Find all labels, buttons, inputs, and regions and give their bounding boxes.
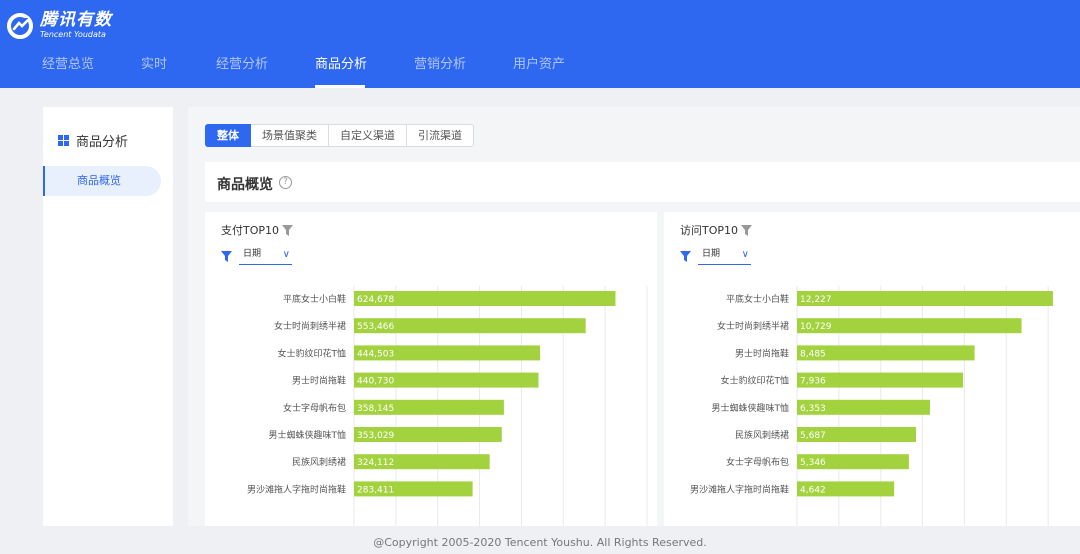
sidebar-title: 商品分析 bbox=[58, 131, 128, 150]
filter-icon[interactable] bbox=[282, 224, 294, 236]
date-filter: 日期 ∨ bbox=[680, 247, 751, 265]
category-label: 男士时尚拖鞋 bbox=[292, 375, 346, 387]
chevron-down-icon: ∨ bbox=[282, 249, 290, 260]
bar-value-label: 10,729 bbox=[800, 322, 832, 332]
filter-icon[interactable] bbox=[680, 250, 691, 262]
card-title: 访问TOP10 bbox=[680, 222, 753, 238]
bar-value-label: 5,687 bbox=[800, 431, 826, 441]
top-header: 腾讯有数 Tencent Youdata 经营总览 实时 经营分析 商品分析 营… bbox=[0, 0, 1080, 88]
tab-overall[interactable]: 整体 bbox=[205, 124, 251, 147]
date-filter: 日期 ∨ bbox=[221, 247, 292, 265]
copyright-footer: @Copyright 2005-2020 Tencent Youshu. All… bbox=[373, 536, 707, 549]
bar-value-label: 358,145 bbox=[357, 404, 394, 414]
bar-value-label: 444,503 bbox=[357, 349, 394, 359]
sidebar-title-label: 商品分析 bbox=[76, 135, 129, 150]
bar-value-label: 6,353 bbox=[800, 404, 826, 414]
visit-top10-chart: UV平底女士小白鞋12,227女士时尚刺绣半裙10,729男士时尚拖鞋8,485… bbox=[690, 286, 1053, 526]
date-select[interactable]: 日期 ∨ bbox=[239, 247, 292, 265]
grid-icon bbox=[58, 135, 69, 146]
nav-item-realtime[interactable]: 实时 bbox=[141, 56, 167, 74]
nav-item-marketing-analysis[interactable]: 营销分析 bbox=[414, 56, 466, 74]
date-select-value: 日期 bbox=[702, 249, 721, 259]
bar-value-label: 4,642 bbox=[800, 485, 826, 495]
tab-traffic-channel[interactable]: 引流渠道 bbox=[407, 124, 474, 147]
filter-icon[interactable] bbox=[741, 224, 753, 236]
card-title-label: 支付TOP10 bbox=[221, 224, 280, 237]
category-label: 民族风刺绣裙 bbox=[292, 456, 346, 468]
bar-value-label: 283,411 bbox=[357, 485, 394, 495]
nav-item-business-analysis[interactable]: 经营分析 bbox=[216, 56, 268, 74]
channel-tabs: 整体 场景值聚类 自定义渠道 引流渠道 bbox=[205, 124, 474, 147]
date-select[interactable]: 日期 ∨ bbox=[698, 247, 751, 265]
category-label: 女士字母帆布包 bbox=[283, 402, 346, 414]
card-title: 支付TOP10 bbox=[221, 222, 294, 238]
category-label: 平底女士小白鞋 bbox=[726, 293, 789, 305]
payment-top10-card: 支付TOP10 日期 ∨ 成交金额平底女士小白鞋624,678女士时尚刺绣半裙5… bbox=[205, 212, 657, 526]
bar-value-label: 353,029 bbox=[357, 431, 394, 441]
visit-top10-card: 访问TOP10 日期 ∨ UV平底女士小白鞋12,227女士时尚刺绣半裙10,7… bbox=[664, 212, 1080, 526]
bar-value-label: 624,678 bbox=[357, 295, 394, 305]
category-label: 男沙滩拖人字拖时尚拖鞋 bbox=[247, 483, 346, 495]
card-title-label: 访问TOP10 bbox=[680, 224, 739, 237]
date-select-value: 日期 bbox=[243, 249, 262, 259]
category-label: 女士豹纹印花T恤 bbox=[278, 347, 347, 359]
category-label: 女士时尚刺绣半裙 bbox=[274, 320, 346, 332]
category-label: 男士蜘蛛侠趣味T恤 bbox=[269, 429, 347, 441]
nav-item-overview[interactable]: 经营总览 bbox=[42, 56, 94, 74]
category-label: 男士蜘蛛侠趣味T恤 bbox=[712, 402, 790, 414]
section-header: 商品概览 ? bbox=[205, 162, 1080, 202]
bar bbox=[797, 291, 1053, 306]
category-label: 民族风刺绣裙 bbox=[735, 429, 789, 441]
category-label: 男沙滩拖人字拖时尚拖鞋 bbox=[690, 483, 789, 495]
category-label: 女士字母帆布包 bbox=[726, 456, 789, 468]
main-content: 整体 场景值聚类 自定义渠道 引流渠道 商品概览 ? 支付TOP10 日期 ∨ … bbox=[188, 107, 1080, 526]
category-label: 平底女士小白鞋 bbox=[283, 293, 346, 305]
category-label: 女士豹纹印花T恤 bbox=[721, 375, 790, 387]
brand-name-cn: 腾讯有数 bbox=[40, 10, 112, 30]
nav-item-user-assets[interactable]: 用户资产 bbox=[513, 56, 565, 74]
bar-value-label: 553,466 bbox=[357, 322, 394, 332]
tab-scene-cluster[interactable]: 场景值聚类 bbox=[251, 124, 329, 147]
category-label: 女士时尚刺绣半裙 bbox=[717, 320, 789, 332]
chevron-down-icon: ∨ bbox=[741, 249, 749, 260]
section-title: 商品概览 bbox=[217, 177, 273, 193]
nav-active-indicator bbox=[315, 85, 365, 88]
bar-value-label: 5,346 bbox=[800, 458, 826, 468]
bar-value-label: 12,227 bbox=[800, 295, 832, 305]
sidebar: 商品分析 商品概览 bbox=[43, 107, 173, 526]
sidebar-item-product-overview[interactable]: 商品概览 bbox=[43, 166, 161, 196]
filter-icon[interactable] bbox=[221, 250, 232, 262]
brand-name-en: Tencent Youdata bbox=[40, 30, 106, 39]
bar-value-label: 7,936 bbox=[800, 377, 826, 387]
bar-value-label: 8,485 bbox=[800, 349, 826, 359]
youdata-logo-icon bbox=[7, 12, 33, 39]
question-circle-icon[interactable]: ? bbox=[279, 176, 292, 189]
bar-value-label: 324,112 bbox=[357, 458, 394, 468]
payment-top10-chart: 成交金额平底女士小白鞋624,678女士时尚刺绣半裙553,466女士豹纹印花T… bbox=[247, 286, 648, 526]
category-label: 男士时尚拖鞋 bbox=[735, 347, 789, 359]
bar-value-label: 440,730 bbox=[357, 377, 394, 387]
brand-logo[interactable]: 腾讯有数 Tencent Youdata bbox=[6, 11, 112, 40]
nav-item-product-analysis[interactable]: 商品分析 bbox=[315, 56, 367, 74]
tab-custom-channel[interactable]: 自定义渠道 bbox=[329, 124, 407, 147]
